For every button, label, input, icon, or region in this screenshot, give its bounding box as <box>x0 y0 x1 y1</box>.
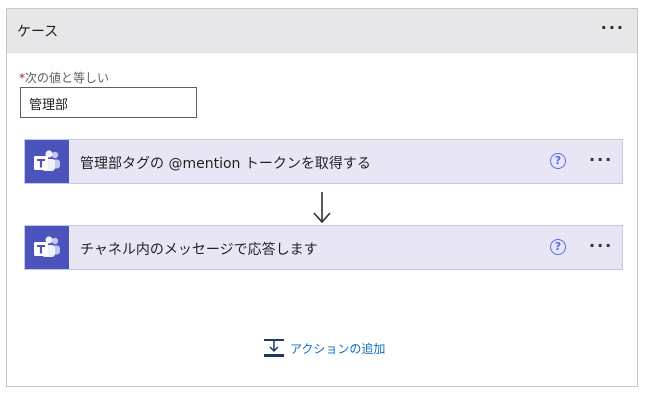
help-icon[interactable]: ? <box>550 153 566 169</box>
help-icon[interactable]: ? <box>550 239 566 255</box>
action-card-reply-in-channel[interactable]: チャネル内のメッセージで応答します ? ··· <box>24 225 623 270</box>
action-more-options-icon[interactable]: ··· <box>589 152 613 168</box>
action-more-options-icon[interactable]: ··· <box>589 238 613 254</box>
action-card-get-mention-token[interactable]: 管理部タグの @mention トークンを取得する ? ··· <box>24 139 623 184</box>
field-label-text: 次の値と等しい <box>25 71 110 85</box>
field-label: *次の値と等しい <box>19 69 109 86</box>
case-header[interactable]: ケース ··· <box>7 9 637 53</box>
teams-icon <box>25 140 69 183</box>
teams-icon <box>25 226 69 269</box>
case-more-options-icon[interactable]: ··· <box>601 20 625 36</box>
add-action-label: アクションの追加 <box>290 342 386 356</box>
equals-value-input[interactable]: 管理部 <box>20 87 197 118</box>
action-title: 管理部タグの @mention トークンを取得する <box>80 156 371 172</box>
action-title: チャネル内のメッセージで応答します <box>80 242 318 258</box>
add-action-icon <box>263 338 285 362</box>
arrow-down-icon <box>312 190 332 230</box>
case-card: ケース ··· *次の値と等しい 管理部 管理部タグの @mention トーク… <box>6 8 638 387</box>
case-title: ケース <box>17 24 59 40</box>
